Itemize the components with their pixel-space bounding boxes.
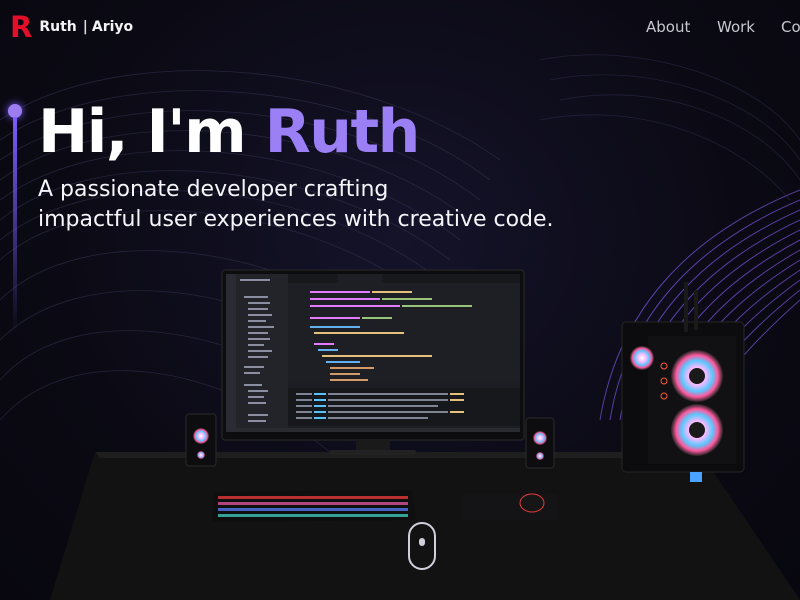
- hero-greeting: Hi, I'm: [38, 97, 265, 167]
- nav-link-contact[interactable]: Co: [781, 18, 800, 36]
- scroll-down-indicator[interactable]: [408, 522, 436, 570]
- rail-dot: [8, 104, 22, 118]
- scroll-wheel-icon: [419, 538, 425, 546]
- keyboard-icon: [212, 490, 558, 522]
- hero-subtitle-line-2: impactful user experiences with creative…: [38, 207, 554, 232]
- hero-section: R Ruth | Ariyo About Work Co Hi, I'm Ruth …: [0, 0, 800, 600]
- hero-name: Ruth: [264, 97, 421, 167]
- hero-subtitle: A passionate developer crafting impactful…: [38, 175, 658, 235]
- monitor-icon: [221, 269, 525, 455]
- site-header: R Ruth | Ariyo About Work Co: [0, 0, 800, 56]
- speaker-icon: [185, 413, 217, 467]
- nav-link-work[interactable]: Work: [717, 18, 755, 36]
- hero-subtitle-line-1: A passionate developer crafting: [38, 177, 389, 202]
- hero-title: Hi, I'm Ruth: [38, 96, 421, 168]
- background-illustration: [0, 54, 800, 600]
- mouse-icon: [519, 493, 545, 513]
- rail-line: [13, 117, 17, 332]
- speaker-icon: [525, 417, 555, 469]
- nav-link-about[interactable]: About: [646, 18, 690, 36]
- main-nav: About Work Co: [0, 18, 800, 40]
